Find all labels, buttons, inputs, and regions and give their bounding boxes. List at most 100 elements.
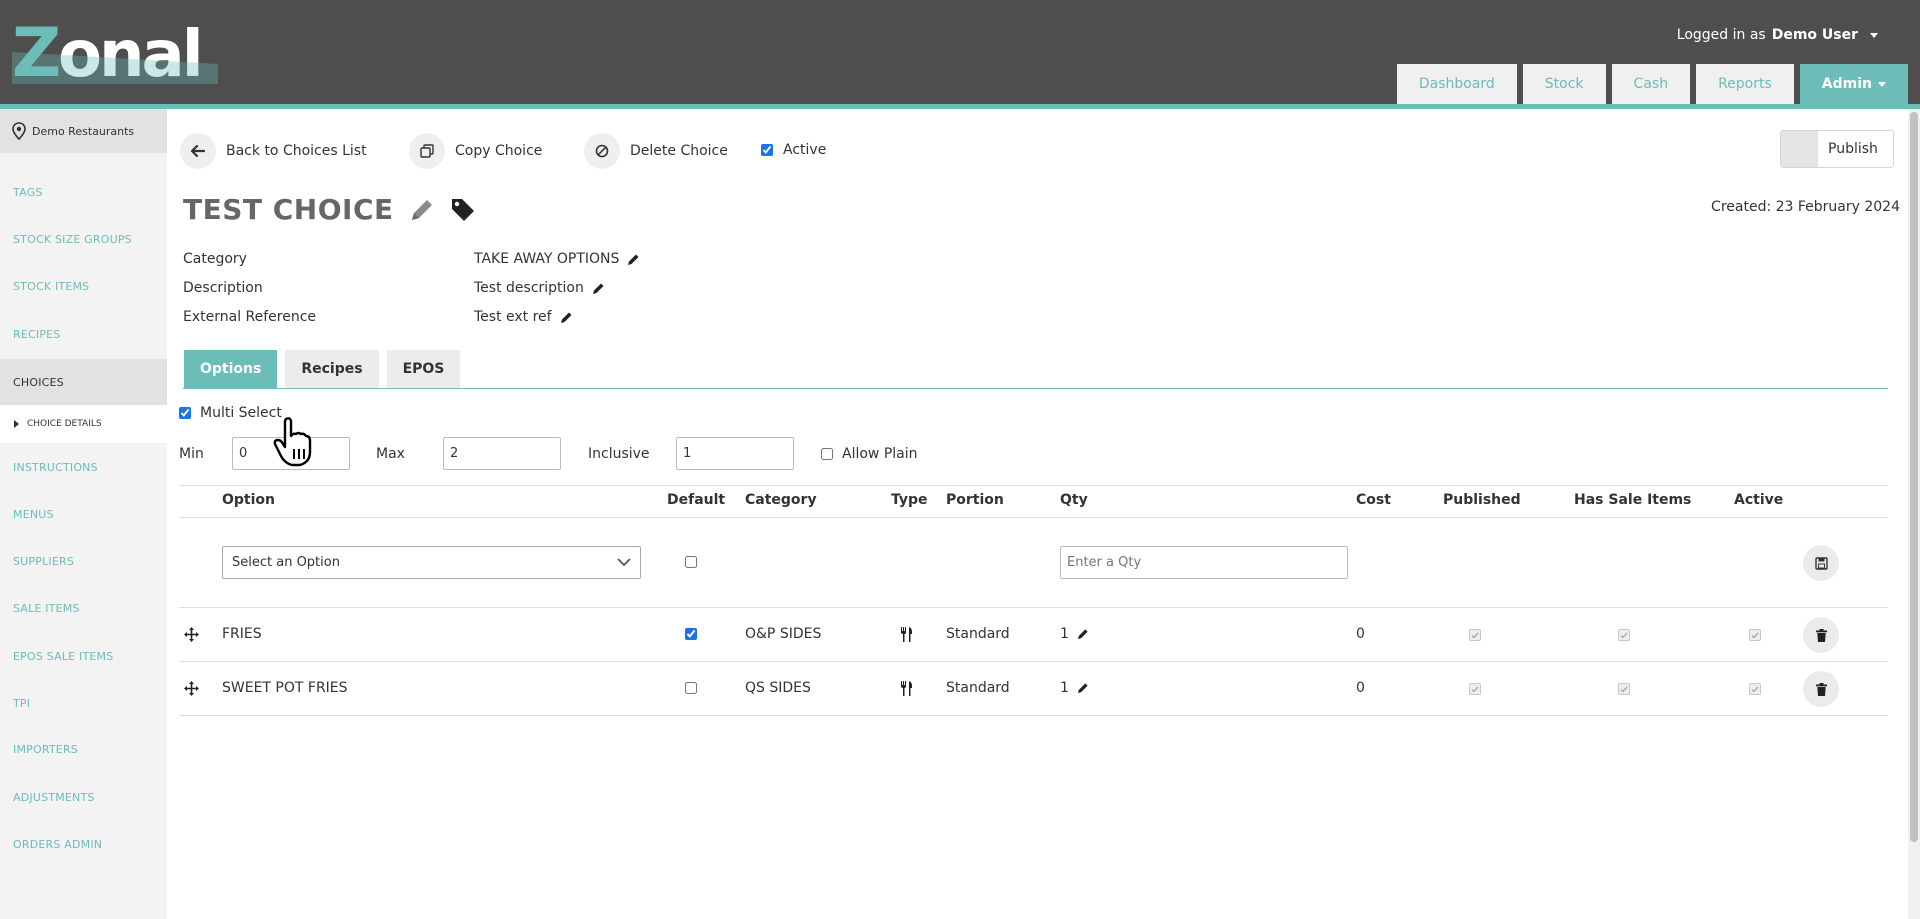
allow-plain-checkbox[interactable] (821, 447, 833, 460)
delete-label: Delete Choice (630, 143, 728, 159)
multi-select-checkbox[interactable] (179, 407, 191, 419)
option-select[interactable]: Select an Option (222, 546, 641, 579)
sidebar-item-recipes[interactable]: RECIPES (0, 311, 167, 357)
row-default-checkbox[interactable] (685, 682, 697, 694)
pencil-icon[interactable] (627, 253, 640, 266)
site-selector[interactable]: Demo Restaurants (0, 109, 167, 153)
sidebar-item-menus[interactable]: MENUS (0, 491, 167, 537)
row-qty-cell: 1 (1060, 626, 1089, 642)
col-portion: Portion (946, 492, 1004, 508)
nav-label: Cash (1633, 76, 1669, 92)
min-label: Min (179, 445, 204, 462)
new-default-checkbox[interactable] (685, 556, 697, 568)
row-cost: 0 (1356, 680, 1365, 696)
sidebar-item-label: STOCK SIZE GROUPS (13, 232, 132, 246)
inclusive-input[interactable] (676, 437, 794, 470)
pencil-icon[interactable] (408, 196, 436, 224)
sidebar-item-sale-items[interactable]: SALE ITEMS (0, 585, 167, 631)
sidebar: Demo Restaurants TAGS STOCK SIZE GROUPS … (0, 109, 167, 919)
tab-options[interactable]: Options (184, 350, 278, 388)
meta-value: Test ext ref (474, 309, 552, 325)
delete-choice-button[interactable]: Delete Choice (584, 133, 728, 169)
nav-admin[interactable]: Admin (1799, 64, 1908, 104)
delete-option-button[interactable] (1803, 671, 1839, 707)
meta-key: Description (183, 280, 263, 296)
sidebar-item-suppliers[interactable]: SUPPLIERS (0, 538, 167, 584)
row-option: SWEET POT FRIES (222, 680, 348, 696)
tag-icon[interactable] (450, 197, 476, 223)
row-default-checkbox[interactable] (685, 628, 697, 640)
cutlery-icon (901, 681, 913, 696)
sidebar-item-tags[interactable]: TAGS (0, 169, 167, 215)
nav-reports[interactable]: Reports (1696, 64, 1794, 104)
active-toggle[interactable]: Active (761, 142, 826, 158)
col-cost: Cost (1356, 492, 1391, 508)
chevron-down-icon (1878, 81, 1886, 87)
publish-switch[interactable] (1781, 131, 1818, 167)
move-icon[interactable] (184, 681, 199, 696)
header-accent-line (0, 104, 1920, 109)
published-checkbox (1469, 629, 1481, 641)
sidebar-item-orders-admin[interactable]: ORDERS ADMIN (0, 821, 167, 867)
user-menu[interactable]: Logged in as Demo User (1677, 27, 1878, 43)
has-sale-items-checkbox (1618, 629, 1630, 641)
sidebar-item-importers[interactable]: IMPORTERS (0, 726, 167, 772)
col-category: Category (745, 492, 817, 508)
tab-epos[interactable]: EPOS (386, 350, 461, 388)
pencil-icon[interactable] (560, 311, 573, 324)
inclusive-label: Inclusive (588, 445, 650, 462)
sidebar-subitem-choice-details[interactable]: CHOICE DETAILS (0, 405, 167, 443)
scrollbar-thumb[interactable] (1910, 112, 1918, 842)
max-input[interactable] (443, 437, 561, 470)
move-icon[interactable] (184, 627, 199, 642)
meta-category: Category TAKE AWAY OPTIONS (183, 251, 640, 267)
sidebar-item-tpi[interactable]: TPI (0, 680, 167, 726)
delete-option-button[interactable] (1803, 617, 1839, 653)
row-cost: 0 (1356, 626, 1365, 642)
active-checkbox (1749, 629, 1761, 641)
published-checkbox (1469, 683, 1481, 695)
pencil-icon[interactable] (1077, 682, 1089, 694)
nav-cash[interactable]: Cash (1611, 64, 1691, 104)
sidebar-item-stock-items[interactable]: STOCK ITEMS (0, 263, 167, 309)
meta-external-reference: External Reference Test ext ref (183, 309, 573, 325)
tab-bar: Options Recipes EPOS (184, 350, 461, 388)
meta-value: TAKE AWAY OPTIONS (474, 251, 620, 267)
sidebar-item-label: IMPORTERS (13, 742, 78, 756)
row-portion: Standard (946, 626, 1010, 642)
sidebar-item-label: ADJUSTMENTS (13, 790, 95, 804)
choice-title-block: TEST CHOICE (183, 193, 476, 226)
min-input[interactable] (232, 437, 350, 470)
publish-toggle[interactable]: Publish (1780, 130, 1894, 168)
caret-right-icon (14, 420, 19, 428)
sidebar-item-epos-sale-items[interactable]: EPOS SALE ITEMS (0, 633, 167, 679)
col-qty: Qty (1060, 492, 1088, 508)
sidebar-item-choices[interactable]: CHOICES (0, 359, 167, 405)
nav-stock[interactable]: Stock (1522, 64, 1606, 104)
sidebar-item-label: ORDERS ADMIN (13, 837, 103, 851)
meta-description: Description Test description (183, 280, 605, 296)
sidebar-item-label: EPOS SALE ITEMS (13, 649, 114, 663)
col-has-sale-items: Has Sale Items (1574, 492, 1692, 508)
main-nav: Dashboard Stock Cash Reports Admin (1396, 64, 1908, 104)
back-to-choices-button[interactable]: Back to Choices List (180, 133, 367, 169)
user-name: Demo User (1771, 27, 1858, 43)
active-checkbox[interactable] (761, 144, 773, 156)
page-title: TEST CHOICE (183, 193, 394, 226)
zonal-logo[interactable]: Z onal (12, 18, 218, 84)
sidebar-item-stock-size-groups[interactable]: STOCK SIZE GROUPS (0, 216, 167, 262)
pencil-icon[interactable] (592, 282, 605, 295)
row-portion: Standard (946, 680, 1010, 696)
multi-select-toggle[interactable]: Multi Select (179, 405, 282, 421)
sidebar-item-instructions[interactable]: INSTRUCTIONS (0, 444, 167, 490)
save-option-button[interactable] (1803, 545, 1839, 581)
nav-dashboard[interactable]: Dashboard (1396, 64, 1517, 104)
copy-choice-button[interactable]: Copy Choice (409, 133, 542, 169)
option-limits: Min Max Inclusive Allow Plain (179, 437, 918, 470)
logged-in-prefix: Logged in as (1676, 27, 1766, 43)
qty-input[interactable] (1060, 546, 1348, 579)
pencil-icon[interactable] (1077, 628, 1089, 640)
allow-plain-toggle[interactable]: Allow Plain (821, 446, 918, 462)
sidebar-item-adjustments[interactable]: ADJUSTMENTS (0, 774, 167, 820)
tab-recipes[interactable]: Recipes (285, 350, 379, 388)
